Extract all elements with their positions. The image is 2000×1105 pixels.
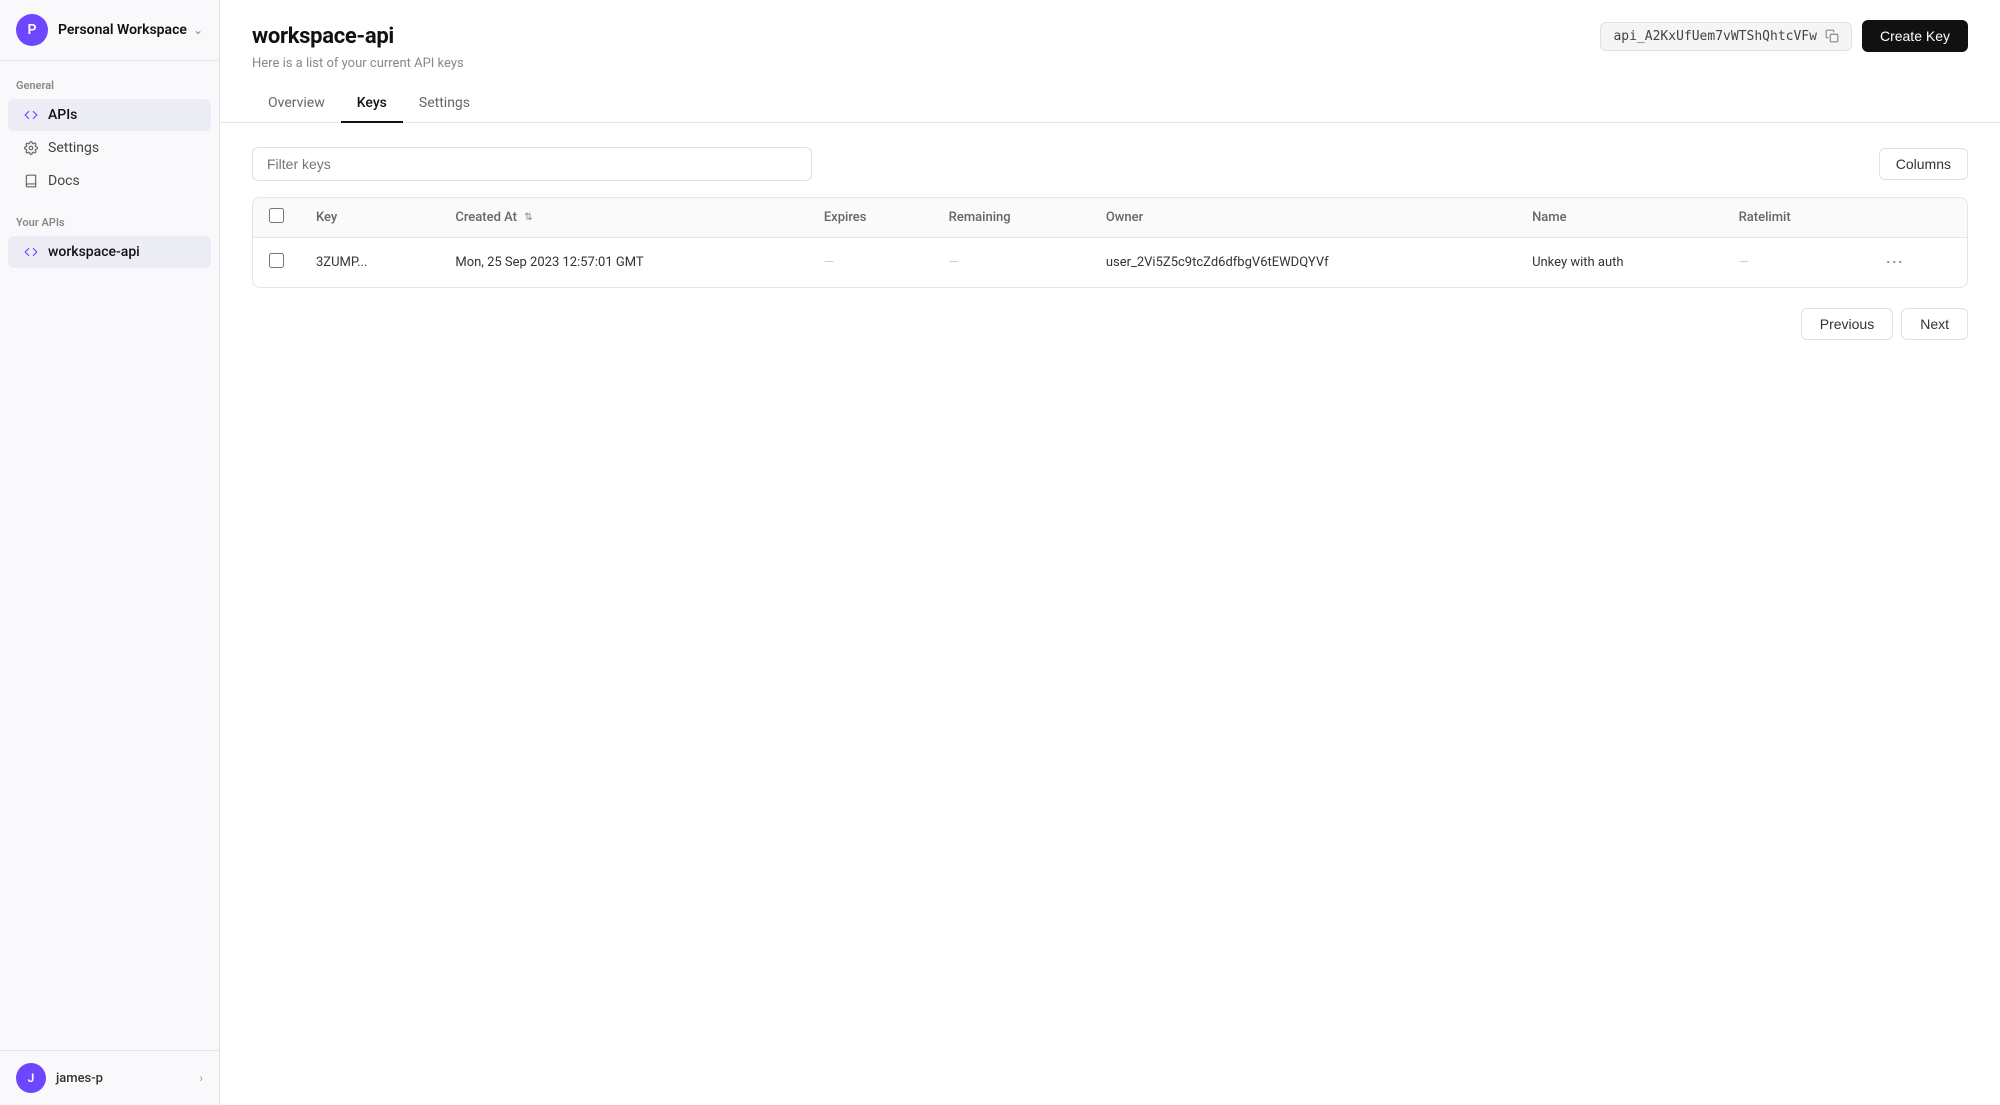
book-icon [24, 174, 38, 188]
row-remaining: — [933, 238, 1090, 288]
create-key-button[interactable]: Create Key [1862, 20, 1968, 52]
workspace-info: P Personal Workspace [16, 14, 187, 46]
sidebar-item-docs[interactable]: Docs [8, 165, 211, 197]
settings-icon [24, 141, 38, 155]
row-name: Unkey with auth [1516, 238, 1723, 288]
previous-button[interactable]: Previous [1801, 308, 1893, 340]
tab-keys[interactable]: Keys [341, 85, 403, 123]
columns-button[interactable]: Columns [1879, 148, 1968, 180]
row-owner: user_2Vi5Z5c9tcZd6dfbgV6tEWDQYVf [1090, 238, 1516, 288]
row-checkbox-cell[interactable] [253, 238, 300, 288]
th-key: Key [300, 198, 439, 238]
sidebar-item-workspace-api-label: workspace-api [48, 244, 140, 260]
tabs: Overview Keys Settings [252, 85, 1968, 122]
th-name: Name [1516, 198, 1723, 238]
header-actions: api_A2KxUfUem7vWTShQhtcVFw Create Key [1600, 20, 1968, 52]
pagination: Previous Next [252, 308, 1968, 340]
tab-overview[interactable]: Overview [252, 85, 341, 123]
content-area: Columns Key Created At ⇅ Expires [220, 123, 2000, 1105]
table-header-row: Key Created At ⇅ Expires Remaining Owner… [253, 198, 1967, 238]
chevron-down-icon: ⌄ [193, 23, 203, 37]
filter-keys-input[interactable] [252, 147, 812, 181]
sidebar-item-docs-label: Docs [48, 173, 80, 189]
username: james-p [56, 1071, 103, 1086]
sidebar-item-apis[interactable]: APIs [8, 99, 211, 131]
your-apis-section-label: Your APIs [0, 198, 219, 235]
sidebar-nav: General APIs Settings [0, 61, 219, 1050]
th-remaining: Remaining [933, 198, 1090, 238]
workspace-switcher[interactable]: P Personal Workspace ⌄ [0, 0, 219, 61]
copy-api-key-button[interactable] [1825, 29, 1839, 43]
row-expires: — [808, 238, 933, 288]
code-icon [24, 108, 38, 122]
keys-table-container: Key Created At ⇅ Expires Remaining Owner… [252, 197, 1968, 288]
user-footer[interactable]: J james-p › [0, 1050, 219, 1105]
th-checkbox [253, 198, 300, 238]
main-content: workspace-api api_A2KxUfUem7vWTShQhtcVFw… [220, 0, 2000, 1105]
th-owner: Owner [1090, 198, 1516, 238]
sidebar: P Personal Workspace ⌄ General APIs S [0, 0, 220, 1105]
th-ratelimit: Ratelimit [1723, 198, 1864, 238]
workspace-avatar: P [16, 14, 48, 46]
filter-row: Columns [252, 147, 1968, 181]
page-title: workspace-api [252, 24, 394, 49]
th-actions [1863, 198, 1967, 238]
keys-table: Key Created At ⇅ Expires Remaining Owner… [253, 198, 1967, 287]
general-section-label: General [0, 61, 219, 98]
chevron-right-icon: › [199, 1071, 203, 1085]
api-key-display: api_A2KxUfUem7vWTShQhtcVFw [1600, 22, 1852, 51]
row-created-at: Mon, 25 Sep 2023 12:57:01 GMT [439, 238, 807, 288]
workspace-name: Personal Workspace [58, 22, 187, 38]
page-subtitle: Here is a list of your current API keys [252, 56, 1968, 71]
sidebar-item-settings-label: Settings [48, 140, 99, 156]
row-key: 3ZUMP... [300, 238, 439, 288]
select-all-checkbox[interactable] [269, 208, 284, 223]
th-created-at[interactable]: Created At ⇅ [439, 198, 807, 238]
user-info: J james-p [16, 1063, 103, 1093]
sidebar-item-workspace-api[interactable]: workspace-api [8, 236, 211, 268]
sort-icon: ⇅ [524, 212, 532, 223]
sidebar-item-apis-label: APIs [48, 107, 77, 123]
title-row: workspace-api api_A2KxUfUem7vWTShQhtcVFw… [252, 20, 1968, 52]
code-icon-api [24, 245, 38, 259]
row-checkbox[interactable] [269, 253, 284, 268]
table-row: 3ZUMP... Mon, 25 Sep 2023 12:57:01 GMT —… [253, 238, 1967, 288]
row-ratelimit: — [1723, 238, 1864, 288]
user-avatar: J [16, 1063, 46, 1093]
th-expires: Expires [808, 198, 933, 238]
row-actions-button[interactable]: ⋯ [1879, 250, 1909, 275]
api-key-value: api_A2KxUfUem7vWTShQhtcVFw [1613, 29, 1817, 44]
next-button[interactable]: Next [1901, 308, 1968, 340]
sidebar-item-settings[interactable]: Settings [8, 132, 211, 164]
row-actions-cell[interactable]: ⋯ [1863, 238, 1967, 288]
tab-settings[interactable]: Settings [403, 85, 486, 123]
page-header: workspace-api api_A2KxUfUem7vWTShQhtcVFw… [220, 0, 2000, 123]
table-body: 3ZUMP... Mon, 25 Sep 2023 12:57:01 GMT —… [253, 238, 1967, 288]
